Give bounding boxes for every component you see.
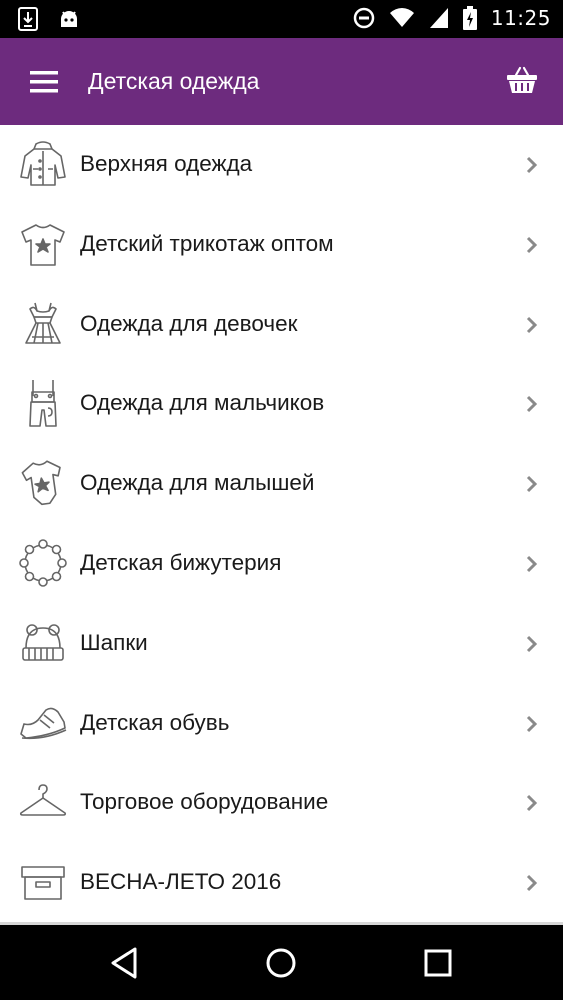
bodysuit-icon — [21, 460, 61, 506]
list-item-label: Одежда для мальчиков — [80, 390, 325, 416]
hanger-icon — [19, 784, 67, 817]
battery-charging-icon — [462, 6, 477, 30]
category-list: Верхняя одежда Детский трикотаж оптом Од… — [0, 125, 563, 923]
list-item-label: Верхняя одежда — [80, 151, 253, 176]
overalls-icon — [29, 380, 57, 428]
list-item[interactable]: Одежда для девочек — [0, 285, 563, 365]
list-item-label: Одежда для девочек — [80, 310, 298, 336]
chevron-right-icon — [526, 635, 538, 652]
dress-icon — [25, 302, 61, 344]
list-item[interactable]: Верхняя одежда — [0, 125, 563, 205]
do-not-disturb-icon — [353, 7, 375, 29]
box-icon — [21, 866, 65, 900]
menu-icon[interactable] — [24, 64, 64, 100]
list-item-label: Детский трикотаж оптом — [80, 230, 334, 256]
list-item[interactable]: Одежда для малышей — [0, 444, 563, 524]
list-item[interactable]: ВЕСНА-ЛЕТО 2016 — [0, 843, 563, 923]
status-bar: 11:25 — [0, 0, 563, 38]
back-icon[interactable] — [107, 945, 143, 981]
chevron-right-icon — [526, 236, 538, 253]
list-item-label: Шапки — [80, 629, 148, 655]
list-item-label: Торговое оборудование — [80, 789, 329, 815]
home-icon[interactable] — [263, 945, 299, 981]
app-bar: Детская одежда — [0, 38, 563, 125]
cellular-signal-icon — [429, 8, 448, 28]
list-item[interactable]: Торговое оборудование — [0, 763, 563, 843]
wifi-icon — [389, 8, 414, 27]
necklace-icon — [19, 539, 67, 587]
list-item[interactable]: Детская обувь — [0, 684, 563, 764]
chevron-right-icon — [526, 875, 538, 892]
android-icon — [61, 11, 77, 27]
chevron-right-icon — [526, 316, 538, 333]
chevron-right-icon — [526, 795, 538, 812]
list-item-label: Детская обувь — [80, 709, 230, 735]
chevron-right-icon — [526, 156, 538, 174]
page-title: Детская одежда — [88, 68, 260, 94]
list-item[interactable]: Детский трикотаж оптом — [0, 205, 563, 285]
list-item-label: Детская бижутерия — [80, 549, 282, 575]
list-item[interactable]: Одежда для мальчиков — [0, 364, 563, 444]
recents-icon[interactable] — [420, 945, 456, 981]
tshirt-icon — [21, 223, 65, 266]
list-item[interactable]: Шапки — [0, 604, 563, 684]
list-item[interactable]: Детская бижутерия — [0, 524, 563, 604]
shoe-icon — [20, 707, 67, 739]
basket-icon[interactable] — [505, 64, 539, 98]
navigation-bar — [0, 925, 563, 1000]
jacket-icon — [20, 141, 66, 186]
status-time: 11:25 — [490, 6, 551, 30]
chevron-right-icon — [526, 555, 538, 573]
list-item-label: ВЕСНА-ЛЕТО 2016 — [80, 869, 282, 895]
chevron-right-icon — [526, 396, 538, 413]
hat-icon — [22, 623, 64, 661]
list-item-label: Одежда для малышей — [80, 470, 315, 496]
chevron-right-icon — [526, 476, 538, 493]
download-icon — [18, 7, 38, 31]
chevron-right-icon — [526, 715, 538, 732]
